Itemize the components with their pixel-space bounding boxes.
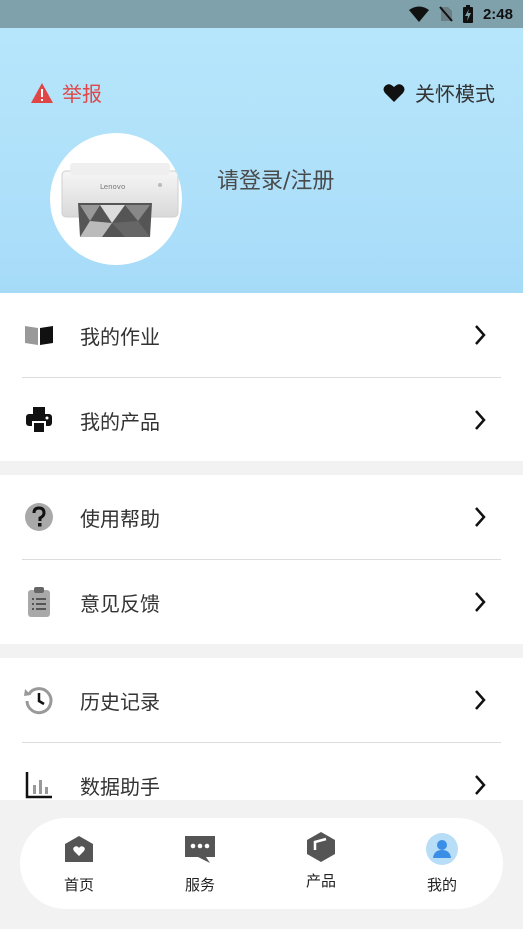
tab-label: 产品 bbox=[305, 872, 336, 890]
bottom-area: 首页 服务 产品 我的 bbox=[0, 800, 523, 929]
menu-group-support: 使用帮助 意见反馈 bbox=[0, 475, 523, 644]
clipboard-icon bbox=[23, 586, 55, 618]
printer-icon bbox=[23, 404, 55, 436]
chevron-right-icon bbox=[475, 410, 486, 430]
menu-item-label: 我的作业 bbox=[80, 324, 160, 349]
home-icon bbox=[62, 832, 96, 866]
menu-item-label: 我的产品 bbox=[80, 409, 160, 434]
status-icons: 2:48 bbox=[408, 4, 513, 24]
menu-item-my-jobs[interactable]: 我的作业 bbox=[0, 293, 523, 377]
chevron-right-icon bbox=[475, 775, 486, 795]
bar-chart-icon bbox=[23, 769, 55, 800]
brand-text: Lenovo bbox=[100, 183, 125, 191]
heart-icon bbox=[383, 83, 405, 102]
care-mode-label: 关怀模式 bbox=[415, 82, 495, 106]
menu-group-work: 我的作业 我的产品 bbox=[0, 293, 523, 461]
user-icon bbox=[425, 832, 459, 866]
chevron-right-icon bbox=[475, 507, 486, 527]
menu-item-label: 数据助手 bbox=[80, 774, 160, 799]
menu-item-label: 历史记录 bbox=[80, 689, 160, 714]
tab-service[interactable]: 服务 bbox=[155, 818, 245, 909]
menu-item-data-assistant[interactable]: 数据助手 bbox=[0, 743, 523, 800]
battery-charging-icon bbox=[462, 5, 473, 23]
warning-icon bbox=[31, 82, 53, 103]
profile-header: 举报 关怀模式 Lenovo 请登录/注册 bbox=[0, 28, 523, 293]
status-time: 2:48 bbox=[482, 5, 513, 23]
tab-label: 首页 bbox=[63, 876, 94, 894]
avatar[interactable]: Lenovo bbox=[50, 133, 182, 265]
printer-image: Lenovo bbox=[61, 163, 179, 237]
wifi-icon bbox=[408, 6, 429, 22]
report-button[interactable]: 举报 bbox=[30, 78, 102, 107]
menu-item-help[interactable]: 使用帮助 bbox=[0, 475, 523, 559]
chat-icon bbox=[183, 832, 217, 866]
cube-icon bbox=[304, 830, 338, 864]
tab-products[interactable]: 产品 bbox=[276, 818, 366, 909]
care-mode-button[interactable]: 关怀模式 bbox=[383, 78, 495, 107]
menu-item-feedback[interactable]: 意见反馈 bbox=[0, 560, 523, 644]
chevron-right-icon bbox=[475, 690, 486, 710]
status-bar: 2:48 bbox=[0, 0, 523, 28]
report-label: 举报 bbox=[62, 82, 102, 106]
tab-label: 我的 bbox=[426, 876, 457, 894]
history-icon bbox=[23, 684, 55, 716]
login-register-link[interactable]: 请登录/注册 bbox=[217, 163, 334, 195]
chevron-right-icon bbox=[475, 592, 486, 612]
tab-mine[interactable]: 我的 bbox=[397, 818, 487, 909]
no-sim-icon bbox=[439, 6, 453, 22]
chevron-right-icon bbox=[475, 325, 486, 345]
help-icon bbox=[23, 501, 55, 533]
tab-bar: 首页 服务 产品 我的 bbox=[20, 818, 503, 909]
menu-item-label: 意见反馈 bbox=[80, 591, 160, 616]
tab-home[interactable]: 首页 bbox=[34, 818, 124, 909]
menu-item-label: 使用帮助 bbox=[80, 506, 160, 531]
menu-item-my-products[interactable]: 我的产品 bbox=[0, 378, 523, 462]
menu-item-history[interactable]: 历史记录 bbox=[0, 658, 523, 742]
menu-group-data: 历史记录 数据助手 bbox=[0, 658, 523, 800]
book-icon bbox=[23, 319, 55, 351]
tab-label: 服务 bbox=[184, 876, 215, 894]
